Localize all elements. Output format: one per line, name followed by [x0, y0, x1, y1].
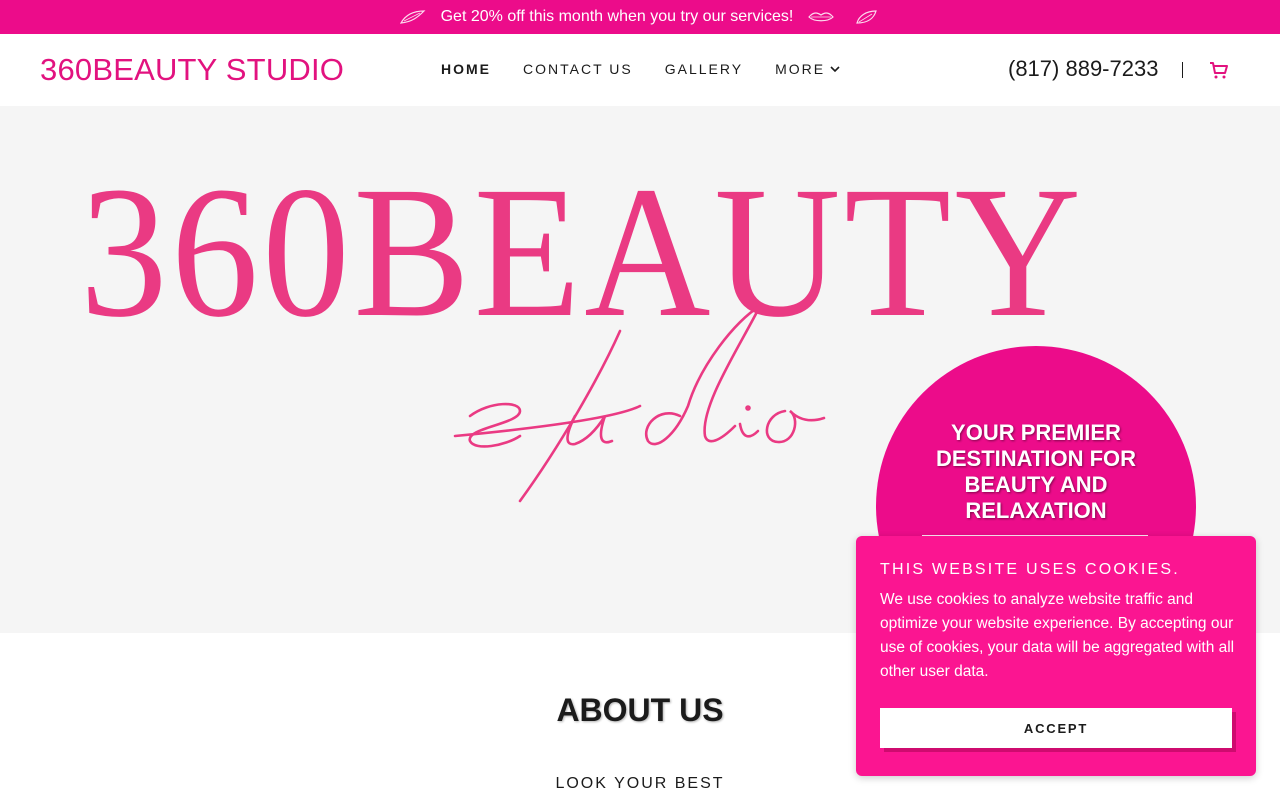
leaf-icon — [395, 7, 431, 27]
nav-home[interactable]: HOME — [441, 61, 491, 77]
cart-icon[interactable] — [1208, 59, 1230, 81]
leaf-icon — [849, 7, 885, 27]
divider — [1182, 62, 1183, 78]
accept-button[interactable]: ACCEPT — [880, 708, 1232, 748]
hero-tagline: YOUR PREMIER DESTINATION FOR BEAUTY AND … — [935, 420, 1137, 523]
about-subtitle: LOOK YOUR BEST — [555, 775, 725, 792]
nav-gallery[interactable]: GALLERY — [665, 61, 743, 77]
cookie-body: We use cookies to analyze website traffi… — [880, 591, 1235, 680]
promo-bar: Get 20% off this month when you try our … — [0, 0, 1280, 34]
brand-logo[interactable]: 360BEAUTY STUDIO — [40, 52, 344, 88]
lips-icon — [803, 7, 839, 27]
nav-more[interactable]: MORE — [775, 61, 841, 77]
promo-text: Get 20% off this month when you try our … — [440, 8, 794, 25]
nav-contact-us[interactable]: CONTACT US — [523, 61, 633, 77]
chevron-down-icon — [830, 66, 840, 73]
main-nav: HOME CONTACT US GALLERY MORE — [441, 61, 873, 77]
site-header: 360BEAUTY STUDIO HOME CONTACT US GALLERY… — [0, 34, 1280, 106]
cookie-title: THIS WEBSITE USES COOKIES. — [880, 561, 1180, 578]
cookie-banner: THIS WEBSITE USES COOKIES. We use cookie… — [856, 536, 1256, 776]
phone-link[interactable]: (817) 889-7233 — [1008, 56, 1158, 82]
nav-more-label: MORE — [775, 61, 826, 77]
